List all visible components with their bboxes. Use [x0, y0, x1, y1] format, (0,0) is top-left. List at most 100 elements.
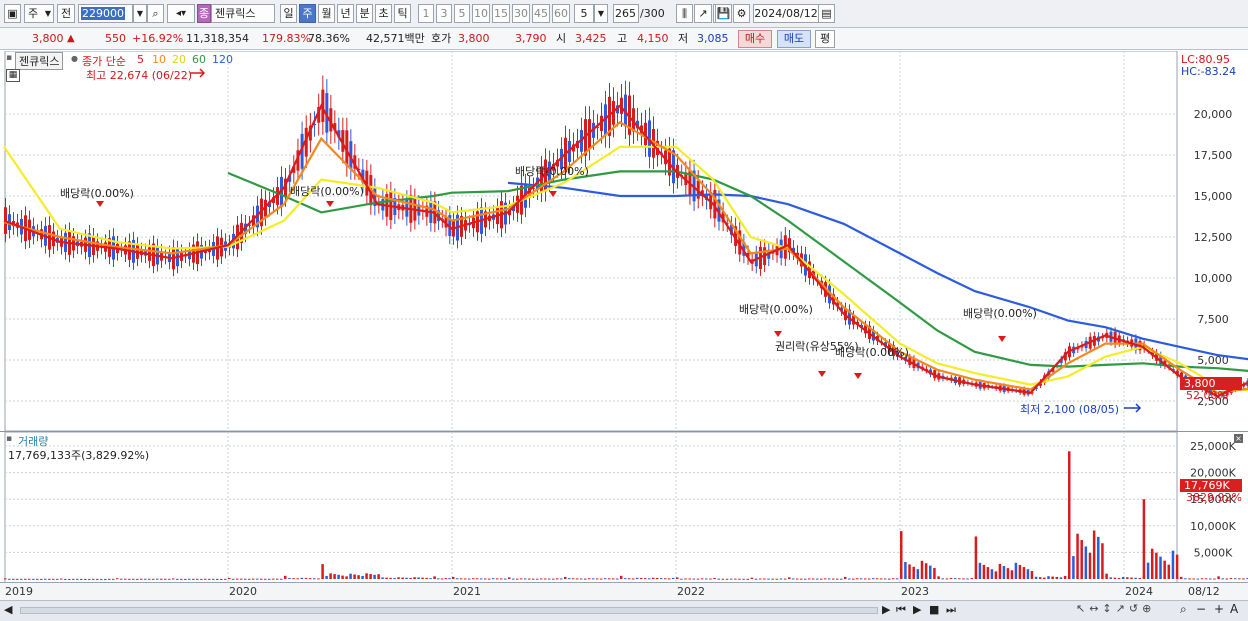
minute-button-5[interactable]: 5 [454, 4, 470, 23]
volume-bar [556, 578, 559, 580]
turnover-pct: 78.36% [308, 32, 350, 45]
auto-scale-icon[interactable]: A [1230, 602, 1238, 616]
volume-bar [998, 563, 1002, 579]
rewind-icon[interactable]: ⏮ [896, 603, 906, 617]
count-input[interactable]: 265 [613, 4, 639, 23]
change: 550 [105, 32, 126, 45]
window-icon[interactable]: ▣ [4, 4, 21, 23]
market-select[interactable]: 주 ▼ [24, 4, 54, 23]
volume-bar [164, 578, 167, 580]
volume-bar [4, 578, 7, 580]
stock-code-input[interactable]: 229000 [78, 4, 133, 23]
volume-bar [504, 578, 507, 580]
minute-button-10[interactable]: 10 [472, 4, 490, 23]
volume-bar [1175, 554, 1179, 579]
volume-bar [1209, 578, 1212, 580]
gear-icon[interactable]: ⚙ [733, 4, 750, 23]
calendar-icon[interactable]: ▤ [818, 4, 835, 23]
price-y-tick: 12,500 [1194, 231, 1233, 244]
volume-bar [596, 578, 599, 580]
minus-icon[interactable]: − [1196, 602, 1206, 616]
period-button-second[interactable]: 초 [375, 4, 392, 23]
volume-bar [325, 575, 328, 579]
eval-button[interactable]: 평 [815, 30, 835, 48]
stock-name[interactable]: 젠큐릭스 [211, 4, 275, 23]
close-icon[interactable]: × [1234, 434, 1243, 443]
plus-icon[interactable]: + [1214, 602, 1224, 616]
minute-button-15[interactable]: 15 [492, 4, 510, 23]
up-arrow-icon: ▲ [67, 33, 75, 44]
pane-menu-icon[interactable]: ▪ [6, 53, 12, 63]
volume-bar [288, 578, 291, 580]
drawing-tools-icon[interactable]: ↖↔↕↗↺⊕ [1076, 602, 1155, 615]
minute-button-3[interactable]: 3 [436, 4, 452, 23]
volume-bar [196, 578, 199, 580]
stop-icon[interactable]: ■ [929, 603, 939, 616]
volume-bar [986, 567, 990, 579]
volume-bar [680, 578, 683, 580]
period-button-daily[interactable]: 일 [280, 4, 297, 23]
chevron-down-icon[interactable]: ▼ [594, 4, 608, 23]
period-button-weekly[interactable]: 주 [299, 4, 316, 23]
play-icon[interactable]: ▶ [913, 603, 921, 616]
scroll-left-icon[interactable]: ◀ [4, 603, 12, 616]
pane-menu-icon[interactable]: ▪ [6, 434, 12, 444]
volume-bar [40, 578, 43, 580]
volume-bar [876, 578, 879, 580]
interval-select[interactable]: 5 [574, 4, 594, 23]
period-button-yearly[interactable]: 년 [337, 4, 354, 23]
volume-bar [1142, 499, 1146, 579]
volume-bar [576, 578, 579, 580]
scope-button[interactable]: 전 [57, 4, 75, 23]
search-icon[interactable]: ⌕ [147, 4, 164, 23]
scroll-track[interactable] [20, 607, 878, 614]
volume-bar [500, 578, 503, 580]
volume-bar [200, 578, 203, 580]
period-button-minute[interactable]: 분 [356, 4, 373, 23]
volume-bar [192, 578, 195, 580]
price-y-tick: 20,000 [1194, 108, 1233, 121]
volume-bar [1068, 451, 1071, 579]
fast-forward-icon[interactable]: ⏭ [946, 603, 956, 617]
save-icon[interactable]: 💾 [715, 4, 732, 23]
volume-bar [648, 578, 651, 580]
buy-button[interactable]: 매수 [738, 30, 772, 48]
legend-ma10: 10 [152, 53, 166, 66]
minute-button-30[interactable]: 30 [512, 4, 530, 23]
scroll-right-icon[interactable]: ▶ [882, 603, 890, 616]
low-note: 최저 2,100 (08/05) [1020, 403, 1120, 416]
volume-bar [1150, 548, 1154, 579]
price-pane[interactable]: 20,000 17,500 15,000 12,500 10,000 7,500 5,000… [0, 51, 1248, 431]
volume-bar [668, 578, 671, 580]
date-input[interactable]: 2024/08/12 [753, 4, 819, 23]
volume-bar [304, 577, 308, 579]
volume-bar [1233, 578, 1237, 580]
period-button-monthly[interactable]: 월 [318, 4, 335, 23]
volume-bar [945, 578, 949, 580]
volume-bar [1196, 578, 1200, 580]
minute-button-45[interactable]: 45 [532, 4, 550, 23]
prev-next-icon[interactable]: ◂▾ [167, 4, 195, 23]
scroll-bar: ◀ ▶ ⏮ ▶ ■ ⏭ ↖↔↕↗↺⊕ ⌕ − + A [0, 600, 1248, 621]
volume-bar [528, 578, 531, 580]
period-button-tick[interactable]: 틱 [394, 4, 411, 23]
volume-bar [962, 578, 965, 580]
code-dropdown-icon[interactable]: ▼ [133, 4, 147, 23]
volume-pane[interactable]: 25,000K 20,000K 15,000K 10,000K 5,000K ▪ 거래량… [0, 431, 1248, 584]
line-chart-icon[interactable]: ↗ [694, 4, 712, 23]
price: 3,800 [32, 32, 64, 45]
price-tab[interactable]: 젠큐릭스 [15, 52, 64, 70]
volume-bar [548, 578, 551, 580]
minute-button-60[interactable]: 60 [552, 4, 570, 23]
zoom-icon[interactable]: ⌕ [1180, 602, 1187, 617]
volume-bar [1121, 576, 1125, 579]
candle-icon[interactable]: ⫼ [676, 4, 693, 23]
volume-bar [832, 578, 835, 580]
table-icon[interactable]: ▦ [6, 69, 20, 82]
sell-button[interactable]: 매도 [777, 30, 811, 48]
volume-bar [572, 578, 575, 580]
volume-bar [240, 578, 243, 580]
volume-bar [401, 577, 404, 579]
minute-button-1[interactable]: 1 [418, 4, 434, 23]
chevron-down-icon: ▼ [44, 9, 51, 18]
